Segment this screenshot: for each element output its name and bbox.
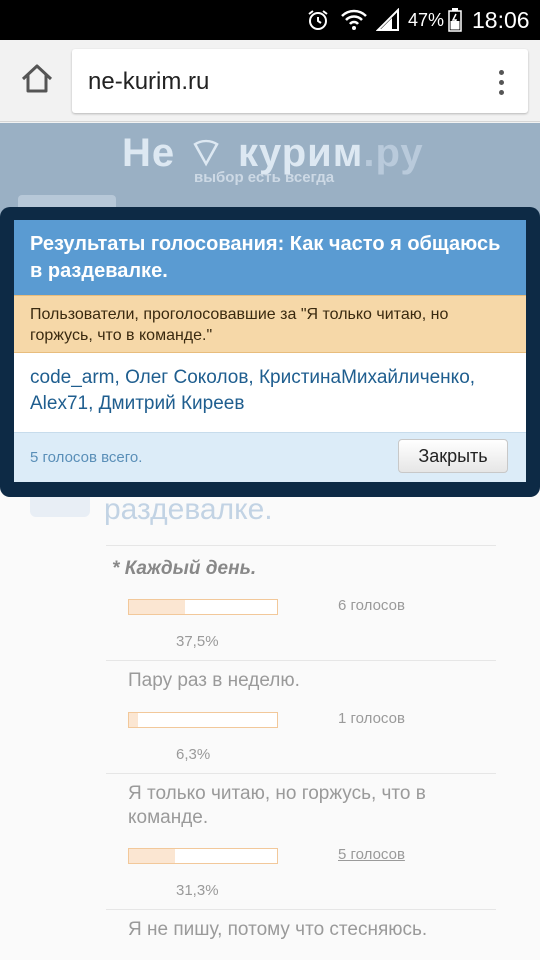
poll-bar-2 [128,712,278,728]
voter-separator: , [114,367,126,388]
poll-option-1: * Каждый день. [112,558,257,579]
url-bar[interactable]: ne-kurim.ru [72,49,528,113]
dialog-footer: 5 голосов всего. Закрыть [14,432,526,482]
battery-icon [448,8,462,32]
voters-dialog: Результаты голосования: Как часто я обща… [14,220,526,482]
voter-separator: , [248,367,259,388]
status-bar: 47% 18:06 [0,0,540,40]
dialog-title: Результаты голосования: Как часто я обща… [14,220,526,295]
voter-list: code_arm, Олег Соколов, КристинаМихайлич… [30,365,510,417]
battery-percent: 47% [408,10,445,30]
divider [106,909,496,910]
site-tagline: выбор есть всегда [194,169,335,186]
close-button[interactable]: Закрыть [398,439,508,473]
poll-bar-3 [128,848,278,864]
poll-votes-3-link[interactable]: 5 голосов [338,846,405,863]
signal-icon [376,8,399,31]
poll-percent-3: 31,3% [176,882,219,899]
divider [106,773,496,774]
voter-separator: , [469,367,476,388]
clock: 18:06 [472,7,530,33]
wifi-icon [341,9,367,30]
poll-percent-1: 37,5% [176,633,219,650]
voter-link[interactable]: Олег Соколов [125,367,248,388]
divider [106,660,496,661]
voter-link[interactable]: Alex71 [30,393,88,414]
total-votes: 5 голосов всего. [30,449,143,466]
poll-option-2: Пару раз в неделю. [128,670,300,691]
voter-link[interactable]: code_arm [30,367,115,388]
poll-votes-2: 1 голосов [338,710,405,727]
voter-link[interactable]: Дмитрий Киреев [99,393,245,414]
poll-percent-2: 6,3% [176,746,211,763]
alarm-icon [308,10,328,30]
voter-separator: , [88,393,99,414]
poll-option-4: Я не пишу, потому что стесняюсь. [128,919,428,940]
poll-votes-1: 6 голосов [338,597,405,614]
poll-option-3: Я только читаю, но горжусь, что в команд… [128,783,426,828]
browser-toolbar: ne-kurim.ru [0,40,540,122]
poll-question: раздевалке. [104,493,273,526]
voter-link[interactable]: КристинаМихайличенко [259,367,470,388]
poll-bar-1 [128,599,278,615]
divider [106,545,496,546]
menu-icon[interactable] [494,67,508,97]
home-icon[interactable] [18,60,56,98]
url-text[interactable]: ne-kurim.ru [88,68,209,96]
dialog-notice: Пользователи, проголосовавшие за "Я толь… [14,295,526,353]
